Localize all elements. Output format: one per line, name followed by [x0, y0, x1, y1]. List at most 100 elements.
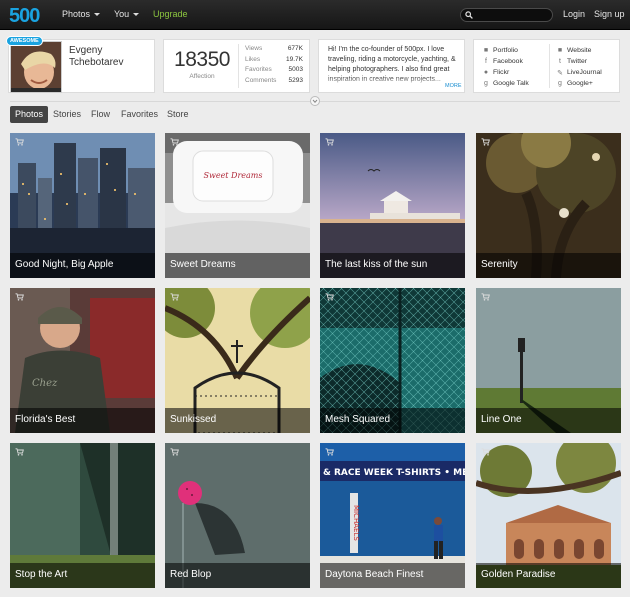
- nav-photos-menu[interactable]: Photos: [62, 9, 101, 19]
- facebook-icon: f: [485, 58, 487, 65]
- googleplus-icon: g: [558, 80, 562, 87]
- links-divider: [549, 44, 550, 88]
- photo-title[interactable]: Line One: [481, 414, 522, 425]
- cart-icon[interactable]: [15, 293, 24, 301]
- stat-row: Favorites 5003: [245, 66, 303, 77]
- profile-link-label: Google Talk: [493, 80, 529, 87]
- 500px-logo[interactable]: 500: [8, 3, 48, 27]
- cart-icon[interactable]: [170, 293, 179, 301]
- cart-icon[interactable]: [15, 138, 24, 146]
- photo-title[interactable]: Good Night, Big Apple: [15, 259, 113, 270]
- profile-link-twitter[interactable]: t Twitter: [556, 56, 602, 67]
- stat-row: Comments 5293: [245, 77, 303, 88]
- flickr-icon: ●: [483, 69, 489, 76]
- cart-icon[interactable]: [325, 293, 334, 301]
- profile-link-facebook[interactable]: f Facebook: [482, 56, 529, 67]
- links-column-1: ■ Portfolio f Facebook ● Flickr g Google Talk: [482, 45, 529, 89]
- photo-title[interactable]: Sweet Dreams: [170, 259, 236, 270]
- photo-title[interactable]: Sunkissed: [170, 414, 216, 425]
- affection-label: Affection: [189, 73, 215, 80]
- cart-icon[interactable]: [15, 448, 24, 456]
- signup-link[interactable]: Sign up: [594, 9, 625, 19]
- photo-title[interactable]: Florida's Best: [15, 414, 75, 425]
- cart-icon[interactable]: [481, 138, 490, 146]
- website-icon: ■: [557, 47, 563, 54]
- bio-fade: [326, 76, 461, 88]
- photo-caption: Sunkissed: [165, 408, 310, 433]
- photo-title[interactable]: Serenity: [481, 259, 518, 270]
- svg-text:& RACE WEEK T-SHIRTS • MEN'S: & RACE WEEK T-SHIRTS • MEN'S: [323, 468, 465, 478]
- nav-upgrade-link[interactable]: Upgrade: [153, 9, 188, 19]
- photo-tile-the-last-kiss-of-the-sun[interactable]: The last kiss of the sun: [320, 133, 465, 278]
- photo-tile-daytona-beach-finest[interactable]: & RACE WEEK T-SHIRTS • MEN'S MICHAELS Dayt…: [320, 443, 465, 588]
- stat-label: Favorites: [245, 66, 272, 73]
- cart-icon[interactable]: [481, 293, 490, 301]
- tab-store[interactable]: Store: [167, 106, 189, 123]
- stats-divider: [238, 44, 239, 88]
- cart-icon[interactable]: [170, 138, 179, 146]
- svg-text:500: 500: [9, 5, 40, 27]
- expand-profile-button[interactable]: [310, 96, 320, 106]
- photo-title[interactable]: The last kiss of the sun: [325, 259, 427, 270]
- cart-icon[interactable]: [325, 138, 334, 146]
- cart-icon[interactable]: [325, 448, 334, 456]
- stat-value: 5293: [288, 76, 303, 84]
- profile-link-google-talk[interactable]: g Google Talk: [482, 78, 529, 89]
- photo-tile-sunkissed[interactable]: Sunkissed: [165, 288, 310, 433]
- photo-caption: Golden Paradise: [476, 563, 621, 588]
- cart-icon[interactable]: [170, 448, 179, 456]
- photo-tile-stop-the-art[interactable]: Stop the Art: [10, 443, 155, 588]
- photo-title[interactable]: Mesh Squared: [325, 414, 390, 425]
- search-input[interactable]: [475, 9, 549, 21]
- photo-caption: Daytona Beach Finest: [320, 563, 465, 588]
- photo-tile-mesh-squared[interactable]: Mesh Squared: [320, 288, 465, 433]
- bio-more-link[interactable]: MORE: [445, 83, 462, 89]
- chevron-down-icon: [94, 13, 101, 17]
- profile-link-google-[interactable]: g Google+: [556, 78, 602, 89]
- tab-favorites[interactable]: Favorites: [121, 106, 158, 123]
- login-link[interactable]: Login: [563, 9, 585, 19]
- photo-tile-serenity[interactable]: Serenity: [476, 133, 621, 278]
- photo-tile-sweet-dreams[interactable]: Sweet Dreams Sweet Dreams: [165, 133, 310, 278]
- affection-count: 18350: [174, 48, 230, 71]
- photo-caption: Good Night, Big Apple: [10, 253, 155, 278]
- photo-title[interactable]: Daytona Beach Finest: [325, 569, 423, 580]
- cart-icon[interactable]: [481, 448, 490, 456]
- tab-photos[interactable]: Photos: [10, 106, 49, 123]
- search-icon: [465, 11, 473, 19]
- photo-tile-florida-s-best[interactable]: Chez Florida's Best: [10, 288, 155, 433]
- stat-label: Likes: [245, 55, 261, 63]
- portfolio-icon: ■: [483, 47, 489, 54]
- profile-link-label: Portfolio: [493, 47, 518, 54]
- tab-flow[interactable]: Flow: [91, 106, 110, 123]
- avatar[interactable]: [10, 41, 62, 93]
- photo-caption: Stop the Art: [10, 563, 155, 588]
- profile-link-label: Facebook: [493, 58, 523, 65]
- photo-caption: Serenity: [476, 253, 621, 278]
- profile-link-livejournal[interactable]: ✎ LiveJournal: [556, 67, 602, 78]
- profile-link-label: Twitter: [567, 58, 588, 65]
- profile-link-portfolio[interactable]: ■ Portfolio: [482, 45, 529, 56]
- profile-link-website[interactable]: ■ Website: [556, 45, 602, 56]
- profile-name[interactable]: Evgeny Tchebotarev: [69, 45, 149, 69]
- photo-title[interactable]: Red Blop: [170, 569, 211, 580]
- photo-title[interactable]: Stop the Art: [15, 569, 67, 580]
- photo-caption: Sweet Dreams: [165, 253, 310, 278]
- photo-tile-golden-paradise[interactable]: Golden Paradise: [476, 443, 621, 588]
- avatar-photo: [11, 42, 61, 92]
- photo-tile-red-blop[interactable]: Red Blop: [165, 443, 310, 588]
- links-column-2: ■ Website t Twitter ✎ LiveJournal g Google+: [556, 45, 602, 89]
- search-box[interactable]: [460, 8, 553, 22]
- livejournal-icon: ✎: [557, 69, 563, 77]
- svg-text:MICHAELS: MICHAELS: [352, 505, 360, 541]
- profile-link-flickr[interactable]: ● Flickr: [482, 67, 529, 78]
- photo-title[interactable]: Golden Paradise: [481, 569, 556, 580]
- nav-you-menu[interactable]: You: [114, 9, 140, 19]
- photo-caption: Florida's Best: [10, 408, 155, 433]
- stats-list: Views 677K Likes 19.7K Favorites 5003 Comments…: [245, 45, 303, 87]
- photo-tile-good-night-big-apple[interactable]: Good Night, Big Apple: [10, 133, 155, 278]
- stat-row: Views 677K: [245, 45, 303, 56]
- photo-tile-line-one[interactable]: Line One: [476, 288, 621, 433]
- tab-stories[interactable]: Stories: [53, 106, 81, 123]
- chevron-down-icon: [312, 99, 318, 103]
